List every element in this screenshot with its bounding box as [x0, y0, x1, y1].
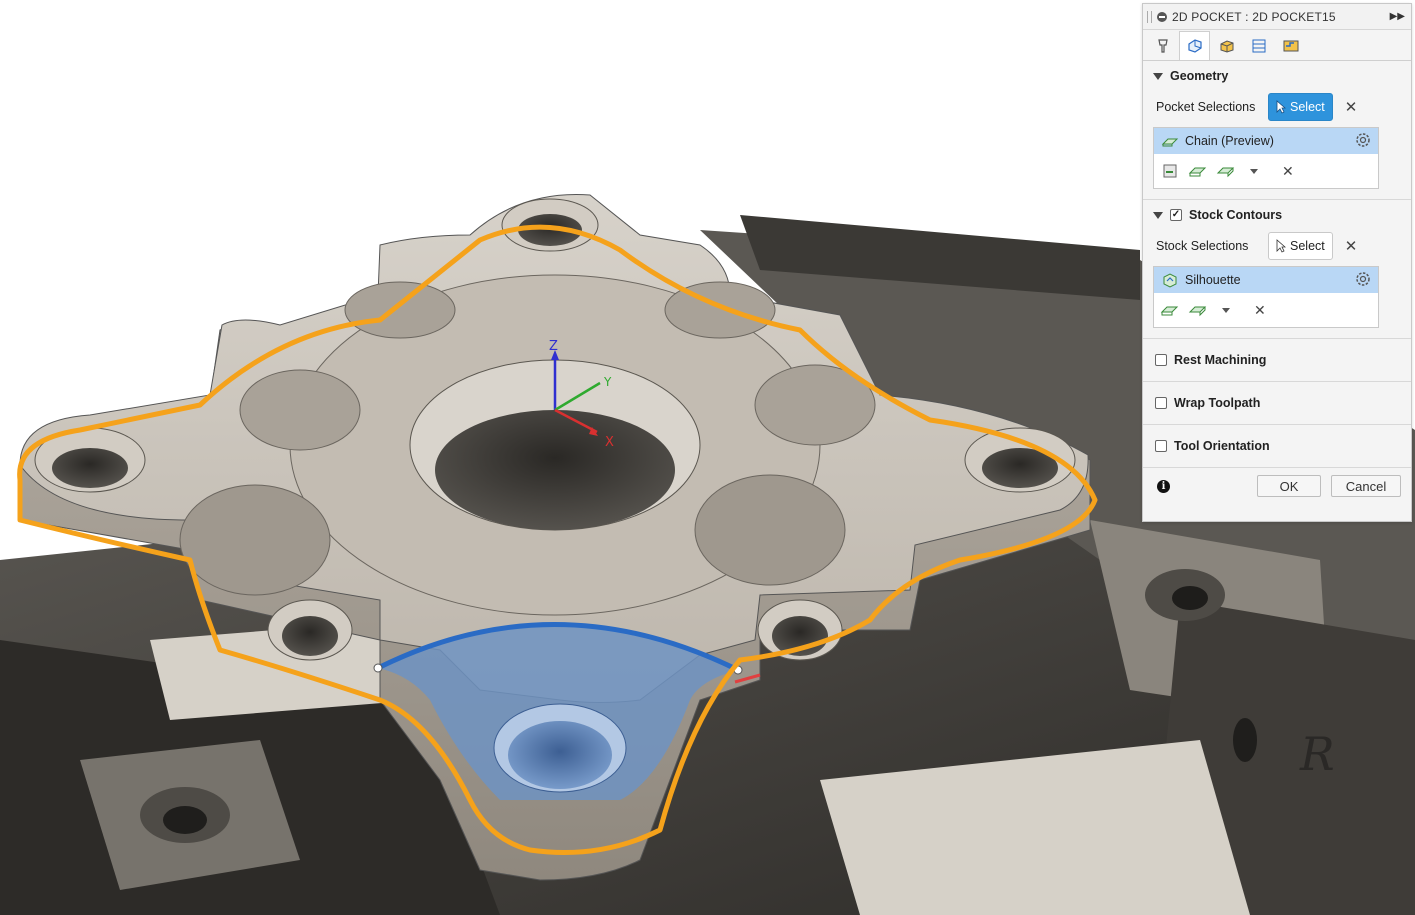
chain-preview-label: Chain (Preview)	[1185, 134, 1274, 148]
chevron-down-icon[interactable]	[1250, 168, 1258, 174]
stock-selections-label: Stock Selections	[1156, 239, 1249, 253]
chain-select-icon[interactable]	[1188, 161, 1208, 181]
remove-selection-button[interactable]: ✕	[1282, 163, 1294, 180]
wrap-toolpath-option[interactable]: Wrap Toolpath	[1143, 382, 1411, 425]
drag-grip-icon[interactable]	[1147, 10, 1152, 23]
tab-heights[interactable]	[1211, 31, 1242, 60]
face-select-icon[interactable]	[1160, 161, 1180, 181]
silhouette-item[interactable]: Silhouette	[1154, 267, 1378, 293]
silhouette-label: Silhouette	[1185, 273, 1241, 287]
panel-titlebar[interactable]: 2D POCKET : 2D POCKET15 ▶▶	[1143, 4, 1411, 30]
remove-selection-button[interactable]: ✕	[1254, 302, 1266, 319]
gear-icon[interactable]	[1354, 270, 1372, 291]
panel-tabs	[1143, 30, 1411, 61]
stock-select-label: Select	[1290, 239, 1325, 253]
rest-machining-option[interactable]: Rest Machining	[1143, 339, 1411, 382]
collapse-triangle-icon[interactable]	[1153, 211, 1163, 219]
axis-z-label: Z	[549, 339, 558, 354]
tool-orientation-checkbox[interactable]	[1155, 440, 1167, 452]
wrap-toolpath-checkbox[interactable]	[1155, 397, 1167, 409]
passes-icon	[1252, 39, 1265, 53]
tool-orientation-label: Tool Orientation	[1174, 439, 1270, 453]
tab-passes[interactable]	[1243, 31, 1274, 60]
expand-panel-icon[interactable]: ▶▶	[1390, 11, 1405, 22]
stock-selection-tools: ✕	[1154, 293, 1378, 327]
axis-y-label: Y	[603, 375, 612, 389]
clear-stock-selection-button[interactable]: ✕	[1345, 237, 1358, 255]
pocket-select-label: Select	[1290, 100, 1325, 114]
collapse-icon[interactable]	[1157, 11, 1167, 22]
gear-icon[interactable]	[1354, 131, 1372, 152]
cursor-arrow-icon	[1276, 239, 1286, 253]
stock-contours-checkbox[interactable]: ✓	[1170, 209, 1182, 221]
chevron-down-icon[interactable]	[1222, 307, 1230, 313]
panel-footer: i OK Cancel	[1143, 468, 1411, 504]
pocket-panel: 2D POCKET : 2D POCKET15 ▶▶ Geometry Pock…	[1142, 3, 1412, 522]
loop-select-icon[interactable]	[1188, 300, 1208, 320]
axis-x-label: X	[605, 435, 614, 450]
rest-machining-checkbox[interactable]	[1155, 354, 1167, 366]
chain-icon	[1161, 138, 1179, 147]
loop-select-icon[interactable]	[1216, 161, 1236, 181]
pocket-select-button[interactable]: Select	[1268, 93, 1333, 121]
tool-icon	[1157, 39, 1168, 53]
heights-icon	[1220, 40, 1233, 53]
panel-title: 2D POCKET : 2D POCKET15	[1172, 9, 1336, 24]
linking-icon	[1283, 40, 1298, 52]
chain-select-icon[interactable]	[1160, 300, 1180, 320]
geometry-icon	[1187, 39, 1202, 53]
geometry-header[interactable]: Geometry	[1143, 61, 1411, 91]
tab-geometry[interactable]	[1179, 31, 1210, 60]
rest-machining-label: Rest Machining	[1174, 353, 1267, 367]
info-icon[interactable]: i	[1157, 479, 1170, 493]
tab-tool[interactable]	[1147, 31, 1178, 60]
pocket-selection-list: Chain (Preview) ✕	[1153, 127, 1379, 189]
geometry-header-label: Geometry	[1170, 69, 1229, 83]
cursor-arrow-icon	[1276, 100, 1286, 114]
clear-pocket-selection-button[interactable]: ✕	[1345, 98, 1358, 116]
silhouette-icon	[1163, 273, 1177, 288]
stock-contours-header[interactable]: ✓ Stock Contours	[1143, 200, 1411, 230]
pocket-selection-tools: ✕	[1154, 154, 1378, 188]
stock-selections-row: Stock Selections Select ✕	[1143, 230, 1411, 262]
stock-contours-section: ✓ Stock Contours Stock Selections Select…	[1143, 200, 1411, 339]
pocket-selections-row: Pocket Selections Select ✕	[1143, 91, 1411, 123]
stock-select-button[interactable]: Select	[1268, 232, 1333, 260]
geometry-section: Geometry Pocket Selections Select ✕ Chai…	[1143, 61, 1411, 200]
stock-selection-list: Silhouette ✕	[1153, 266, 1379, 328]
vise-marking: R	[1299, 727, 1335, 781]
collapse-triangle-icon[interactable]	[1153, 72, 1163, 80]
wrap-toolpath-label: Wrap Toolpath	[1174, 396, 1261, 410]
tool-orientation-option[interactable]: Tool Orientation	[1143, 425, 1411, 468]
stock-contours-label: Stock Contours	[1189, 208, 1283, 222]
cancel-button[interactable]: Cancel	[1331, 475, 1401, 497]
pocket-selections-label: Pocket Selections	[1156, 100, 1256, 114]
tab-linking[interactable]	[1275, 31, 1306, 60]
ok-button[interactable]: OK	[1257, 475, 1321, 497]
chain-preview-item[interactable]: Chain (Preview)	[1154, 128, 1378, 154]
